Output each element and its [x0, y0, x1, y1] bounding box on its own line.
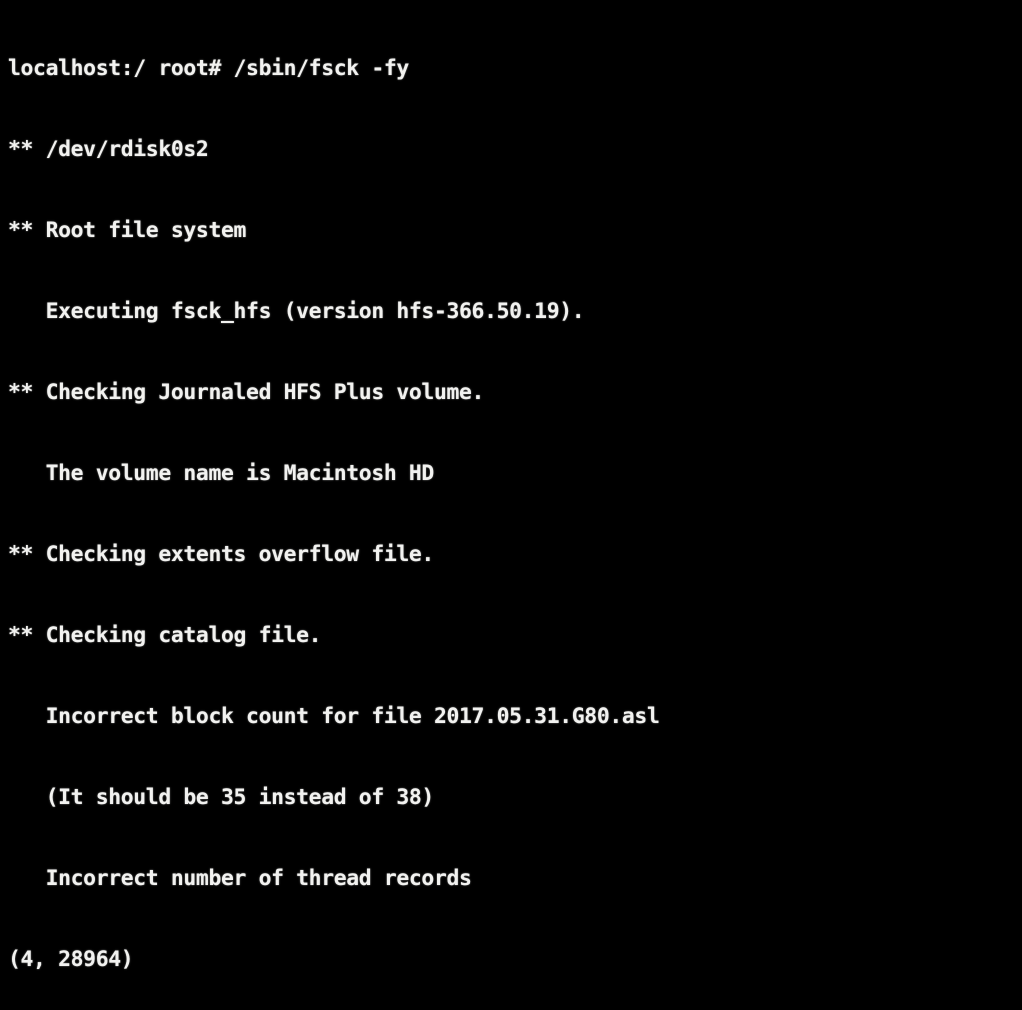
console-output-text: localhost:/ root# /sbin/fsck -fy ** /dev…	[8, 1, 660, 1010]
console-line: ** /dev/rdisk0s2	[8, 137, 209, 162]
terminal-window[interactable]: localhost:/ root# /sbin/fsck -fy ** /dev…	[0, 0, 1022, 972]
console-line: ** Checking extents overflow file.	[8, 542, 434, 567]
console-line: Incorrect number of thread records	[8, 866, 472, 891]
console-line: (4, 28964)	[8, 947, 134, 972]
console-line: Executing fsck_hfs (version hfs-366.50.1…	[8, 299, 585, 324]
console-line: ** Checking Journaled HFS Plus volume.	[8, 380, 485, 405]
console-line: ** Root file system	[8, 218, 247, 243]
console-line: localhost:/ root# /sbin/fsck -fy	[8, 56, 409, 81]
console-line: ** Checking catalog file.	[8, 623, 322, 648]
console-line: (It should be 35 instead of 38)	[8, 785, 435, 810]
console-line: The volume name is Macintosh HD	[8, 461, 435, 486]
console-line: Incorrect block count for file 2017.05.3…	[8, 704, 660, 729]
